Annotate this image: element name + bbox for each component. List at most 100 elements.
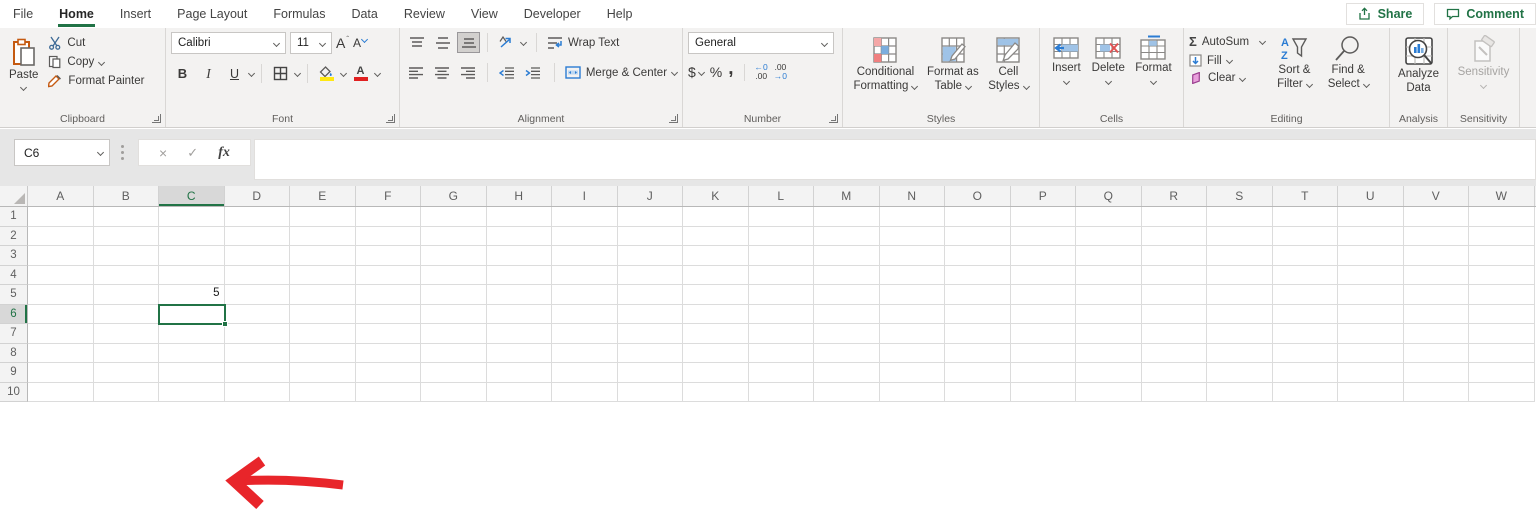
cell-O4[interactable] xyxy=(945,265,1011,285)
cell-J5[interactable] xyxy=(617,285,683,305)
cell-C3[interactable] xyxy=(159,246,225,266)
cell-T1[interactable] xyxy=(1272,207,1338,227)
cell-N6[interactable] xyxy=(879,304,945,324)
cell-C5[interactable]: 5 xyxy=(159,285,225,305)
cell-V6[interactable] xyxy=(1403,304,1469,324)
fill-color-button[interactable] xyxy=(315,63,338,84)
cell-S8[interactable] xyxy=(1207,343,1273,363)
cell-N5[interactable] xyxy=(879,285,945,305)
cell-J2[interactable] xyxy=(617,226,683,246)
cell-F6[interactable] xyxy=(355,304,421,324)
number-format-select[interactable]: General xyxy=(688,32,834,54)
orientation-button[interactable] xyxy=(495,32,518,53)
tab-file[interactable]: File xyxy=(0,0,46,28)
cell-K10[interactable] xyxy=(683,382,749,402)
cell-O2[interactable] xyxy=(945,226,1011,246)
tab-view[interactable]: View xyxy=(458,0,511,28)
cell-N8[interactable] xyxy=(879,343,945,363)
cell-C9[interactable] xyxy=(159,363,225,383)
cell-S9[interactable] xyxy=(1207,363,1273,383)
cell-A10[interactable] xyxy=(28,382,94,402)
cell-Q3[interactable] xyxy=(1076,246,1142,266)
tab-help[interactable]: Help xyxy=(594,0,646,28)
cell-U4[interactable] xyxy=(1338,265,1404,285)
cell-E6[interactable] xyxy=(290,304,356,324)
cell-T5[interactable] xyxy=(1272,285,1338,305)
cell-V8[interactable] xyxy=(1403,343,1469,363)
column-header-W[interactable]: W xyxy=(1469,186,1535,206)
cell-O9[interactable] xyxy=(945,363,1011,383)
cell-T2[interactable] xyxy=(1272,226,1338,246)
cell-R3[interactable] xyxy=(1141,246,1207,266)
cell-U8[interactable] xyxy=(1338,343,1404,363)
clear-button[interactable]: Clear xyxy=(1189,72,1265,84)
cell-Q4[interactable] xyxy=(1076,265,1142,285)
row-header-7[interactable]: 7 xyxy=(0,324,28,344)
cell-W6[interactable] xyxy=(1469,304,1535,324)
cell-I9[interactable] xyxy=(552,363,618,383)
cell-J10[interactable] xyxy=(617,382,683,402)
top-align-button[interactable] xyxy=(405,32,428,53)
cell-W8[interactable] xyxy=(1469,343,1535,363)
cell-S3[interactable] xyxy=(1207,246,1273,266)
cell-K9[interactable] xyxy=(683,363,749,383)
row-header-2[interactable]: 2 xyxy=(0,226,28,246)
cell-G7[interactable] xyxy=(421,324,487,344)
cell-A6[interactable] xyxy=(28,304,94,324)
cell-L8[interactable] xyxy=(748,343,814,363)
cell-D10[interactable] xyxy=(224,382,290,402)
decrease-indent-button[interactable] xyxy=(495,62,518,83)
cell-O6[interactable] xyxy=(945,304,1011,324)
cell-M8[interactable] xyxy=(814,343,880,363)
cell-V7[interactable] xyxy=(1403,324,1469,344)
percent-button[interactable]: % xyxy=(710,64,722,80)
font-dialog-launcher[interactable] xyxy=(386,114,395,123)
cell-V2[interactable] xyxy=(1403,226,1469,246)
cell-D9[interactable] xyxy=(224,363,290,383)
cell-R1[interactable] xyxy=(1141,207,1207,227)
row-header-1[interactable]: 1 xyxy=(0,207,28,227)
cell-I5[interactable] xyxy=(552,285,618,305)
cell-B7[interactable] xyxy=(93,324,159,344)
cell-K5[interactable] xyxy=(683,285,749,305)
decrease-font-button[interactable]: A xyxy=(353,35,369,50)
share-button[interactable]: Share xyxy=(1345,3,1425,25)
underline-button[interactable]: U xyxy=(223,63,246,84)
cell-R4[interactable] xyxy=(1141,265,1207,285)
select-all-button[interactable] xyxy=(0,186,28,206)
cell-K3[interactable] xyxy=(683,246,749,266)
cell-R2[interactable] xyxy=(1141,226,1207,246)
cell-N10[interactable] xyxy=(879,382,945,402)
cell-D7[interactable] xyxy=(224,324,290,344)
cell-R10[interactable] xyxy=(1141,382,1207,402)
cell-S7[interactable] xyxy=(1207,324,1273,344)
cell-M10[interactable] xyxy=(814,382,880,402)
bottom-align-button[interactable] xyxy=(457,32,480,53)
cell-J8[interactable] xyxy=(617,343,683,363)
cell-M7[interactable] xyxy=(814,324,880,344)
column-header-D[interactable]: D xyxy=(225,186,290,206)
cell-K4[interactable] xyxy=(683,265,749,285)
font-size-select[interactable]: 11 xyxy=(290,32,332,54)
comment-button[interactable]: Comment xyxy=(1434,3,1536,25)
cell-B6[interactable] xyxy=(93,304,159,324)
cell-H3[interactable] xyxy=(486,246,552,266)
cell-O5[interactable] xyxy=(945,285,1011,305)
cell-H2[interactable] xyxy=(486,226,552,246)
autosum-button[interactable]: Σ AutoSum xyxy=(1189,34,1267,49)
cell-G3[interactable] xyxy=(421,246,487,266)
cell-M6[interactable] xyxy=(814,304,880,324)
column-header-H[interactable]: H xyxy=(487,186,552,206)
cell-Q7[interactable] xyxy=(1076,324,1142,344)
cell-N2[interactable] xyxy=(879,226,945,246)
cell-A3[interactable] xyxy=(28,246,94,266)
cell-C10[interactable] xyxy=(159,382,225,402)
column-header-I[interactable]: I xyxy=(552,186,618,206)
cell-G6[interactable] xyxy=(421,304,487,324)
column-header-J[interactable]: J xyxy=(618,186,683,206)
cell-J4[interactable] xyxy=(617,265,683,285)
cell-Q5[interactable] xyxy=(1076,285,1142,305)
cell-V5[interactable] xyxy=(1403,285,1469,305)
analyze-data-button[interactable]: Analyze Data xyxy=(1394,32,1443,106)
alignment-dialog-launcher[interactable] xyxy=(669,114,678,123)
